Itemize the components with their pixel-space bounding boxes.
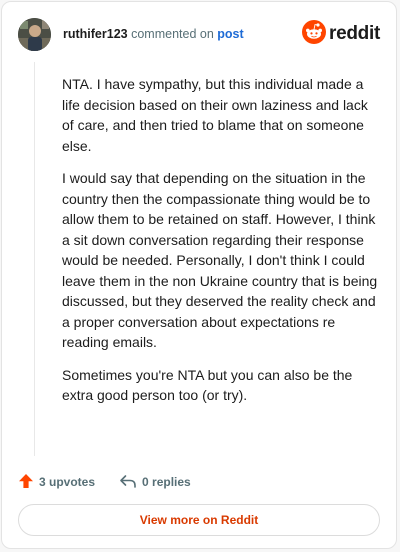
comment-paragraph: NTA. I have sympathy, but this individua… xyxy=(62,76,368,154)
comment-header: ruthifer123 commented on post reddit xyxy=(18,18,380,52)
replies-button[interactable]: 0 replies xyxy=(119,473,191,492)
upvote-button[interactable]: 3 upvotes xyxy=(18,473,95,492)
upvote-icon xyxy=(18,473,39,492)
reply-count: 0 replies xyxy=(142,475,191,489)
action-text: commented on xyxy=(131,27,214,41)
comment-actions: 3 upvotes 0 replies xyxy=(18,472,191,492)
username-link[interactable]: ruthifer123 xyxy=(63,27,128,41)
avatar[interactable] xyxy=(18,18,51,51)
post-link[interactable]: post xyxy=(217,27,243,41)
byline: ruthifer123 commented on post xyxy=(63,27,244,41)
reddit-logo-icon xyxy=(302,19,327,49)
reddit-wordmark: reddit xyxy=(329,23,380,44)
comment-body: NTA. I have sympathy, but this individua… xyxy=(62,74,382,418)
comment-paragraph: I would say that depending on the situat… xyxy=(62,170,378,350)
upvote-count: 3 upvotes xyxy=(39,475,96,489)
thread-line xyxy=(34,62,35,456)
reddit-logo[interactable]: reddit xyxy=(302,19,380,49)
view-more-button[interactable]: View more on Reddit xyxy=(18,504,380,536)
embed-card: ruthifer123 commented on post reddit NTA… xyxy=(1,1,397,549)
reply-icon xyxy=(119,473,142,492)
comment-paragraph: Sometimes you're NTA but you can also be… xyxy=(62,366,353,404)
